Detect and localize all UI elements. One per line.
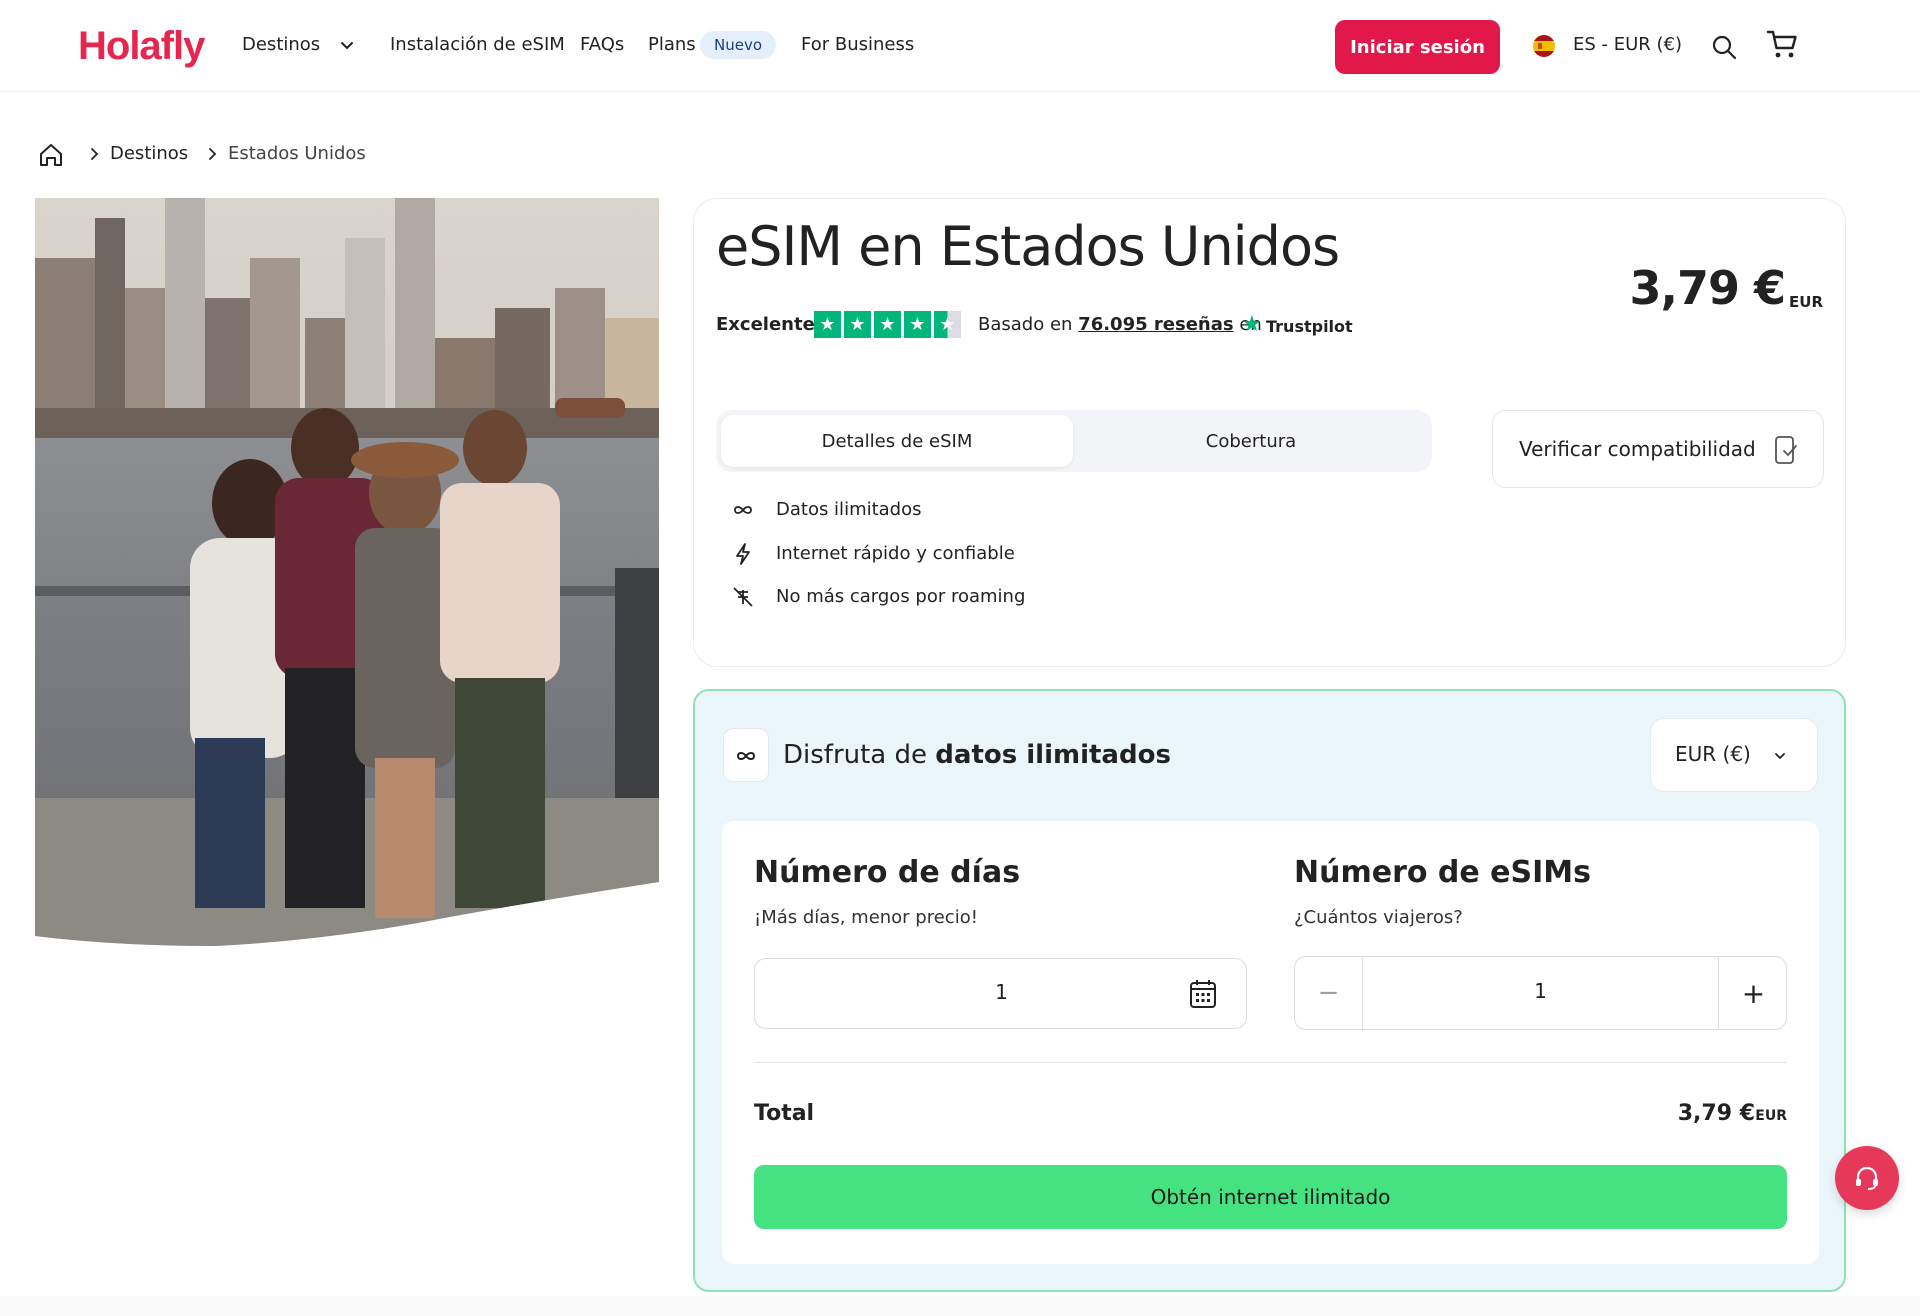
trustpilot-stars: ★ ★ ★ ★ ★ <box>814 311 961 338</box>
star-icon: ★ <box>874 311 901 338</box>
feature-text: Datos ilimitados <box>776 499 922 520</box>
product-price: 3,79 € <box>1629 261 1786 315</box>
trustpilot-logo[interactable]: Trustpilot <box>1266 317 1353 336</box>
increment-button[interactable]: + <box>1718 957 1788 1029</box>
total-label: Total <box>754 1101 815 1126</box>
esim-quantity-value[interactable]: 1 <box>1363 979 1718 1003</box>
price-currency: EUR <box>1789 293 1823 311</box>
page-title: eSIM en Estados Unidos <box>716 215 1340 278</box>
reviews-prefix: Basado en <box>978 314 1073 335</box>
spain-flag-icon[interactable] <box>1533 35 1555 57</box>
days-value: 1 <box>995 980 1008 1004</box>
nav-destinos[interactable]: Destinos <box>242 34 320 55</box>
plan-configurator: Número de días ¡Más días, menor precio! … <box>722 821 1819 1264</box>
panel-title-bold: datos ilimitados <box>935 740 1171 770</box>
nav-plans[interactable]: Plans <box>648 34 696 55</box>
plans-new-badge: Nuevo <box>700 31 777 59</box>
feature-item: Internet rápido y confiable <box>730 539 1330 569</box>
infinity-badge <box>723 728 769 782</box>
chevron-right-icon <box>91 148 99 160</box>
trustpilot-star-icon: ★ <box>1242 312 1262 337</box>
holafly-logo[interactable]: Holafly <box>78 24 205 69</box>
esims-title: Número de eSIMs <box>1294 855 1592 890</box>
locale-selector[interactable]: ES - EUR (€) <box>1573 34 1682 55</box>
site-header: Holafly Destinos Instalación de eSIM FAQ… <box>0 0 1920 92</box>
half-star-icon: ★ <box>934 311 961 338</box>
nav-instalacion[interactable]: Instalación de eSIM <box>390 34 565 55</box>
feature-item: No más cargos por roaming <box>730 582 1330 612</box>
currency-value: EUR (€) <box>1675 742 1751 766</box>
nav-for-business[interactable]: For Business <box>801 34 914 55</box>
esims-subtitle: ¿Cuántos viajeros? <box>1294 907 1463 928</box>
nav-faqs[interactable]: FAQs <box>580 34 624 55</box>
reviews-link[interactable]: 76.095 reseñas <box>1078 314 1233 335</box>
panel-title: Disfruta de datos ilimitados <box>783 740 1171 770</box>
chevron-right-icon <box>209 148 217 160</box>
lightning-icon <box>736 543 750 565</box>
headset-icon <box>1856 1166 1878 1190</box>
search-icon[interactable] <box>1711 34 1737 60</box>
days-title: Número de días <box>754 855 1021 890</box>
home-icon[interactable] <box>38 142 64 168</box>
no-roaming-icon <box>733 587 753 607</box>
divider <box>754 1062 1787 1063</box>
panel-title-prefix: Disfruta de <box>783 740 928 770</box>
login-button[interactable]: Iniciar sesión <box>1335 20 1500 74</box>
feature-text: No más cargos por roaming <box>776 586 1026 607</box>
rating-label: Excelente <box>716 314 815 335</box>
get-unlimited-internet-button[interactable]: Obtén internet ilimitado <box>754 1165 1787 1229</box>
hero-photo-friends-selfie <box>35 198 659 946</box>
tab-cobertura[interactable]: Cobertura <box>1075 415 1427 467</box>
page-bottom-edge <box>0 1296 1920 1316</box>
total-value: 3,79 € <box>1677 1101 1755 1126</box>
purchase-panel: Disfruta de datos ilimitados EUR (€) Núm… <box>693 689 1846 1292</box>
chevron-down-icon[interactable] <box>337 36 357 56</box>
chevron-down-icon <box>1775 753 1785 760</box>
currency-select[interactable]: EUR (€) <box>1650 718 1818 792</box>
feature-text: Internet rápido y confiable <box>776 543 1015 564</box>
product-card: eSIM en Estados Unidos 3,79 € EUR Excele… <box>693 198 1846 667</box>
reviews-text: Basado en 76.095 reseñas en <box>978 314 1262 335</box>
support-chat-button[interactable] <box>1835 1146 1899 1210</box>
days-input[interactable]: 1 <box>754 958 1247 1029</box>
cart-icon[interactable] <box>1766 28 1798 60</box>
total-currency: EUR <box>1755 1108 1787 1124</box>
tab-detalles-esim[interactable]: Detalles de eSIM <box>721 415 1073 467</box>
breadcrumb-destinos[interactable]: Destinos <box>110 143 188 164</box>
esim-quantity-stepper: − 1 + <box>1294 956 1787 1030</box>
compat-label: Verificar compatibilidad <box>1519 437 1756 461</box>
star-icon: ★ <box>814 311 841 338</box>
infinity-icon <box>734 506 752 514</box>
infinity-icon <box>736 752 756 760</box>
star-icon: ★ <box>904 311 931 338</box>
calendar-icon[interactable] <box>1188 978 1218 1010</box>
breadcrumb-current: Estados Unidos <box>228 143 366 164</box>
star-icon: ★ <box>844 311 871 338</box>
check-compatibility-button[interactable]: Verificar compatibilidad <box>1492 410 1824 488</box>
phone-check-icon <box>1775 436 1797 464</box>
decrement-button[interactable]: − <box>1295 957 1363 1029</box>
feature-item: Datos ilimitados <box>730 495 1330 525</box>
product-tabs: Detalles de eSIM Cobertura <box>716 410 1432 472</box>
days-subtitle: ¡Más días, menor precio! <box>754 907 978 928</box>
